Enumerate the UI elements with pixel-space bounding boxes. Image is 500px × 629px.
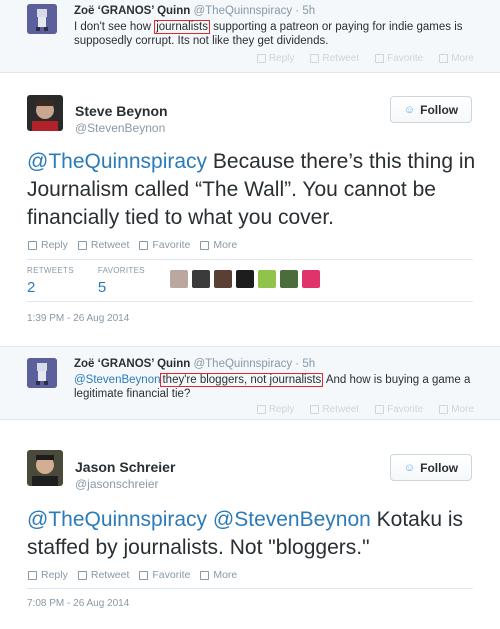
tweet-header: Zoë ‘GRANOS’ Quinn @TheQuinnspiracy · 5h <box>74 358 315 370</box>
favorite-icon <box>375 405 385 414</box>
favoriter-avatars <box>170 270 320 288</box>
retweet-icon <box>310 54 320 63</box>
retweet-icon <box>77 240 87 250</box>
more-icon <box>439 54 449 63</box>
favorite-icon <box>139 240 149 250</box>
more-button[interactable]: More <box>200 239 237 251</box>
favorite-button[interactable]: Favorite <box>139 569 190 581</box>
favoriter-avatar[interactable] <box>280 270 298 288</box>
more-button[interactable]: More <box>200 569 237 581</box>
reply-icon <box>256 54 266 63</box>
display-name[interactable]: Zoë ‘GRANOS’ Quinn <box>74 5 190 17</box>
tweet-text: @StevenBeynon they're bloggers, not journ… <box>74 373 471 400</box>
follow-icon: ☺ <box>403 103 416 116</box>
reply-icon <box>28 570 37 580</box>
tweet-expanded-4: Jason Schreier @jasonschreier ☺ Follow @… <box>0 420 500 629</box>
tweet-text: @TheQuinnspiracy Because there’s this th… <box>27 150 476 229</box>
retweet-icon <box>77 570 87 580</box>
handle[interactable]: @TheQuinnspiracy <box>193 5 292 17</box>
favorite-button[interactable]: Favorite <box>375 53 423 64</box>
more-icon <box>439 405 449 414</box>
display-name[interactable]: Zoë ‘GRANOS’ Quinn <box>74 358 190 370</box>
divider <box>27 301 473 302</box>
handle[interactable]: @TheQuinnspiracy <box>193 358 292 370</box>
tweet-compact-1[interactable]: Zoë ‘GRANOS’ Quinn @TheQuinnspiracy · 5h… <box>0 0 500 73</box>
reply-button[interactable]: Reply <box>28 239 68 251</box>
tweet-actions: Reply Retweet Favorite More <box>256 53 474 64</box>
favoriter-avatar[interactable] <box>214 270 232 288</box>
favoriter-avatar[interactable] <box>170 270 188 288</box>
follow-button[interactable]: ☺ Follow <box>390 454 472 481</box>
handle[interactable]: @StevenBeynon <box>75 121 165 135</box>
follow-icon: ☺ <box>403 461 416 474</box>
favoriter-avatar[interactable] <box>236 270 254 288</box>
divider <box>27 588 473 589</box>
favorite-icon <box>375 54 385 63</box>
reply-icon <box>256 405 266 414</box>
tweet-text: I don't see how journalists supporting a… <box>74 20 463 47</box>
timestamp[interactable]: 7:08 PM - 26 Aug 2014 <box>27 598 129 609</box>
more-button[interactable]: More <box>439 53 474 64</box>
reply-button[interactable]: Reply <box>256 404 294 415</box>
reply-button[interactable]: Reply <box>256 53 294 64</box>
mention-link[interactable]: @StevenBeynon <box>74 374 160 386</box>
display-name[interactable]: Jason Schreier <box>75 459 175 475</box>
favorite-button[interactable]: Favorite <box>139 239 190 251</box>
follow-button[interactable]: ☺ Follow <box>390 96 472 123</box>
tweet-header: Zoë ‘GRANOS’ Quinn @TheQuinnspiracy · 5h <box>74 5 315 17</box>
retweet-button[interactable]: Retweet <box>310 404 359 415</box>
tweet-text: @TheQuinnspiracy @StevenBeynon Kotaku is… <box>27 508 464 559</box>
mention-link[interactable]: @StevenBeynon <box>213 508 371 531</box>
tweet-expanded-2: Steve Beynon @StevenBeynon ☺ Follow @The… <box>0 73 500 347</box>
more-icon <box>200 570 210 580</box>
more-button[interactable]: More <box>439 404 474 415</box>
retweets-stat[interactable]: RETWEETS 2 <box>27 266 74 296</box>
tweet-actions: Reply Retweet Favorite More <box>256 404 474 415</box>
retweet-button[interactable]: Retweet <box>77 569 129 581</box>
tweet-compact-3[interactable]: Zoë ‘GRANOS’ Quinn @TheQuinnspiracy · 5h… <box>0 347 500 420</box>
favoriter-avatar[interactable] <box>258 270 276 288</box>
highlight-annotation: they're bloggers, not journalists <box>160 373 324 387</box>
tweet-actions: Reply Retweet Favorite More <box>28 569 237 581</box>
avatar[interactable] <box>27 95 63 131</box>
divider <box>27 259 473 260</box>
tweet-stats: RETWEETS 2 FAVORITES 5 <box>27 266 169 296</box>
avatar[interactable] <box>27 358 57 388</box>
reply-button[interactable]: Reply <box>28 569 68 581</box>
highlight-annotation: journalists <box>154 20 210 34</box>
mention-link[interactable]: @TheQuinnspiracy <box>27 150 207 173</box>
favorite-icon <box>139 570 149 580</box>
favoriter-avatar[interactable] <box>192 270 210 288</box>
avatar[interactable] <box>27 450 63 486</box>
mention-link[interactable]: @TheQuinnspiracy <box>27 508 207 531</box>
favorite-button[interactable]: Favorite <box>375 404 423 415</box>
avatar[interactable] <box>27 4 57 34</box>
tweet-actions: Reply Retweet Favorite More <box>28 239 237 251</box>
retweet-button[interactable]: Retweet <box>77 239 129 251</box>
handle[interactable]: @jasonschreier <box>75 477 159 491</box>
display-name[interactable]: Steve Beynon <box>75 103 168 119</box>
favorites-stat[interactable]: FAVORITES 5 <box>98 266 145 296</box>
retweet-icon <box>310 405 320 414</box>
more-icon <box>200 240 210 250</box>
timestamp[interactable]: 1:39 PM - 26 Aug 2014 <box>27 313 129 324</box>
retweet-button[interactable]: Retweet <box>310 53 359 64</box>
time[interactable]: · 5h <box>295 5 315 17</box>
favoriter-avatar[interactable] <box>302 270 320 288</box>
reply-icon <box>28 240 37 250</box>
time[interactable]: · 5h <box>295 358 315 370</box>
